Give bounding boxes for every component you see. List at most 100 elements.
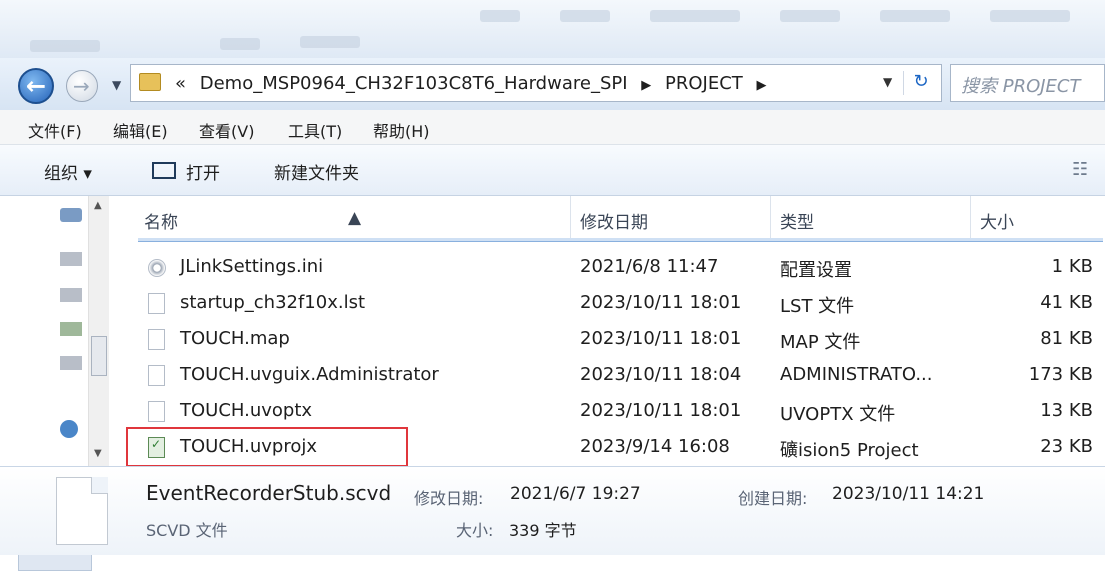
file-name: TOUCH.map: [180, 328, 290, 349]
scroll-up-icon[interactable]: ▲: [94, 200, 102, 211]
table-row[interactable]: TOUCH.uvoptx 2023/10/11 18:01 UVOPTX 文件 …: [130, 394, 1105, 430]
menu-view[interactable]: 查看(V): [199, 118, 254, 142]
breadcrumb-item-project[interactable]: PROJECT: [665, 73, 743, 94]
details-filetype: SCVD 文件: [146, 521, 228, 540]
new-folder-button[interactable]: 新建文件夹: [274, 159, 359, 184]
details-pane: EventRecorderStub.scvd 修改日期: 2021/6/7 19…: [0, 466, 1105, 555]
column-divider[interactable]: [970, 196, 971, 242]
background-window-strip: [0, 0, 1105, 58]
refresh-icon: ↻: [913, 71, 929, 92]
open-button[interactable]: 打开: [186, 159, 220, 184]
drive-icon[interactable]: [60, 252, 82, 266]
scroll-down-icon[interactable]: ▼: [94, 448, 102, 459]
file-type: UVOPTX 文件: [780, 404, 896, 425]
file-type: LST 文件: [780, 296, 855, 317]
table-row[interactable]: JLinkSettings.ini 2021/6/8 11:47 配置设置 1 …: [130, 250, 1105, 286]
table-row[interactable]: startup_ch32f10x.lst 2023/10/11 18:01 LS…: [130, 286, 1105, 322]
menu-tools[interactable]: 工具(T): [288, 118, 342, 142]
file-date: 2021/6/8 11:47: [580, 256, 719, 277]
menu-file[interactable]: 文件(F): [28, 118, 82, 142]
file-name: JLinkSettings.ini: [180, 256, 324, 277]
drive-icon[interactable]: [60, 356, 82, 370]
blurred-text: [560, 10, 610, 22]
address-history-dropdown[interactable]: ▼: [883, 75, 892, 89]
column-header-name[interactable]: 名称: [144, 208, 178, 233]
highlight-box: [126, 427, 408, 467]
column-header-type[interactable]: 类型: [780, 208, 814, 233]
breadcrumb: « Demo_MSP0964_CH32F103C8T6_Hardware_SPI…: [175, 73, 775, 94]
blurred-text: [300, 36, 360, 48]
address-field[interactable]: « Demo_MSP0964_CH32F103C8T6_Hardware_SPI…: [130, 64, 942, 102]
details-created-value: 2023/10/11 14:21: [832, 484, 985, 504]
command-bar: 组织 ▾ 打开 新建文件夹 ☷: [0, 145, 1105, 196]
menu-edit[interactable]: 编辑(E): [113, 118, 168, 142]
drive-icon[interactable]: [60, 288, 82, 302]
column-header-date[interactable]: 修改日期: [580, 208, 648, 233]
file-size: 81 KB: [1040, 328, 1093, 349]
network-globe-icon[interactable]: [60, 420, 78, 438]
open-icon: [152, 162, 176, 179]
file-size: 41 KB: [1040, 292, 1093, 313]
breadcrumb-item-demo[interactable]: Demo_MSP0964_CH32F103C8T6_Hardware_SPI: [200, 73, 628, 94]
back-arrow-icon: ←: [26, 72, 47, 100]
recent-pages-dropdown[interactable]: ▼: [112, 78, 121, 92]
breadcrumb-overflow[interactable]: «: [175, 73, 186, 94]
sort-arrow-icon: ▲: [348, 208, 362, 228]
details-filename: EventRecorderStub.scvd: [146, 481, 392, 505]
file-date: 2023/10/11 18:01: [580, 328, 742, 349]
blurred-text: [220, 38, 260, 50]
blurred-text: [650, 10, 740, 22]
column-divider[interactable]: [570, 196, 571, 242]
refresh-button[interactable]: ↻: [903, 71, 938, 95]
address-toolbar: ← → ▼ « Demo_MSP0964_CH32F103C8T6_Hardwa…: [0, 58, 1105, 111]
drive-icon[interactable]: [60, 322, 82, 336]
column-divider[interactable]: [770, 196, 771, 242]
network-icon[interactable]: [60, 208, 82, 222]
blurred-text: [990, 10, 1070, 22]
file-date: 2023/9/14 16:08: [580, 436, 730, 457]
column-header-size[interactable]: 大小: [980, 208, 1014, 233]
file-date: 2023/10/11 18:01: [580, 292, 742, 313]
file-name: TOUCH.uvoptx: [180, 400, 313, 421]
selected-row-edge: [138, 238, 1103, 242]
nav-scrollbar[interactable]: ▲ ▼: [88, 196, 109, 466]
scrollbar-thumb[interactable]: [91, 336, 107, 376]
settings-file-icon: [148, 259, 166, 277]
menu-help[interactable]: 帮助(H): [373, 118, 430, 142]
file-icon: [148, 401, 165, 422]
breadcrumb-separator[interactable]: ▶: [757, 78, 767, 93]
back-button[interactable]: ←: [18, 68, 54, 104]
blurred-text: [880, 10, 950, 22]
file-type: ADMINISTRATO...: [780, 364, 933, 385]
file-type: MAP 文件: [780, 332, 861, 353]
column-header-row: 名称 ▲ 修改日期 类型 大小: [130, 196, 1105, 242]
file-size: 23 KB: [1040, 436, 1093, 457]
file-date: 2023/10/11 18:04: [580, 364, 742, 385]
file-icon: [148, 329, 165, 350]
organize-button[interactable]: 组织 ▾: [44, 159, 92, 184]
file-icon: [148, 293, 165, 314]
details-created-label: 创建日期:: [738, 489, 808, 508]
file-name: startup_ch32f10x.lst: [180, 292, 366, 313]
view-options-icon[interactable]: ☷: [1072, 159, 1088, 180]
folder-icon: [139, 73, 161, 91]
file-type: 礦ision5 Project: [780, 440, 919, 461]
file-date: 2023/10/11 18:01: [580, 400, 742, 421]
blurred-text: [780, 10, 840, 22]
search-input[interactable]: 搜索 PROJECT: [950, 64, 1105, 102]
forward-button[interactable]: →: [66, 70, 98, 102]
table-row[interactable]: TOUCH.uvguix.Administrator 2023/10/11 18…: [130, 358, 1105, 394]
details-modified-label: 修改日期:: [414, 489, 484, 508]
file-icon: [148, 365, 165, 386]
breadcrumb-separator[interactable]: ▶: [641, 78, 651, 93]
table-row[interactable]: TOUCH.map 2023/10/11 18:01 MAP 文件 81 KB: [130, 322, 1105, 358]
file-name: TOUCH.uvguix.Administrator: [180, 364, 439, 385]
document-icon: [56, 477, 108, 545]
file-size: 13 KB: [1040, 400, 1093, 421]
blurred-text: [30, 40, 100, 52]
file-list: 名称 ▲ 修改日期 类型 大小 JLinkSettings.ini 2021/6…: [130, 196, 1105, 466]
file-size: 1 KB: [1051, 256, 1093, 277]
details-modified-value: 2021/6/7 19:27: [510, 484, 641, 504]
file-size: 173 KB: [1028, 364, 1093, 385]
menu-bar: 文件(F) 编辑(E) 查看(V) 工具(T) 帮助(H): [0, 110, 1105, 145]
